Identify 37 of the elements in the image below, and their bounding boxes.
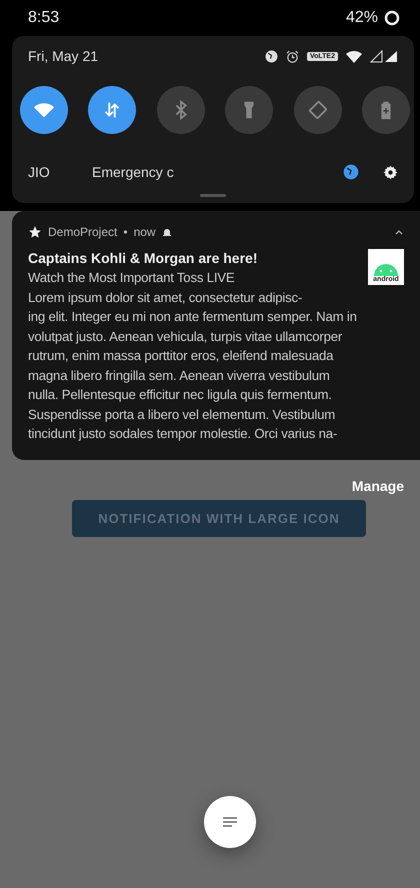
alarm-icon: [286, 50, 299, 62]
notification-body-line: Suspendisse porta a libero vel elementum. Vestibulum: [28, 406, 336, 424]
notification-time: now: [134, 225, 156, 239]
quick-tile[interactable]: [20, 86, 68, 134]
collapse-caret-icon[interactable]: [394, 228, 404, 236]
app-name: DemoProject: [48, 225, 118, 239]
settings-icon[interactable]: [383, 164, 398, 180]
notification-body-line: volutpat justo. Aenean vehicula, turpis vitae ullamcorper: [28, 328, 344, 346]
emergency-label: Emergency c: [92, 164, 175, 180]
battery-percent: 42%: [346, 9, 378, 27]
star-icon: [28, 225, 42, 239]
notification-card[interactable]: [12, 211, 420, 460]
status-time: 8:53: [28, 9, 60, 27]
quick-tile[interactable]: [225, 86, 274, 134]
manage-button[interactable]: Manage: [352, 478, 404, 494]
notification-subtitle: Watch the Most Important Toss LIVE: [28, 269, 236, 287]
cell-signal-icon: [370, 50, 398, 62]
date-label: Fri, May 21: [28, 48, 98, 64]
quick-tile[interactable]: [156, 86, 205, 134]
separator-dot: •: [123, 225, 128, 239]
carrier-name: JIO: [28, 164, 51, 180]
alert-bell-icon: [162, 227, 172, 237]
wifi-signal-icon: [346, 50, 362, 62]
quick-tile[interactable]: [294, 86, 342, 134]
notification-body-line: ing elit. Integer eu mi non ante fermentum semper. Nam in: [28, 308, 358, 326]
quick-tile[interactable]: [88, 86, 136, 134]
quick-tile[interactable]: [362, 86, 410, 134]
rotate-icon: [306, 99, 329, 121]
notification-body-line: Lorem ipsum dolor sit amet, consectetur adipisc-: [28, 288, 304, 307]
lines-icon: [222, 816, 238, 828]
battery-ring-icon: [384, 10, 400, 26]
notification-shade-button[interactable]: [204, 796, 256, 848]
notification-body-line: magna libero fringilla sem. Aenean viverra vestibulum: [28, 366, 331, 385]
notification-title: Captains Kohli & Morgan are here!: [28, 249, 258, 268]
notification-body-line: nulla. Pellentesque efficitur nec ligula quis fermentum.: [28, 386, 333, 404]
notification-body-line: rutrum, enim massa porttitor eros, eleifend malesuada: [28, 347, 334, 365]
notification-body-line: tincidunt justo sodales tempor molestie. Orci varius na-: [28, 425, 338, 443]
